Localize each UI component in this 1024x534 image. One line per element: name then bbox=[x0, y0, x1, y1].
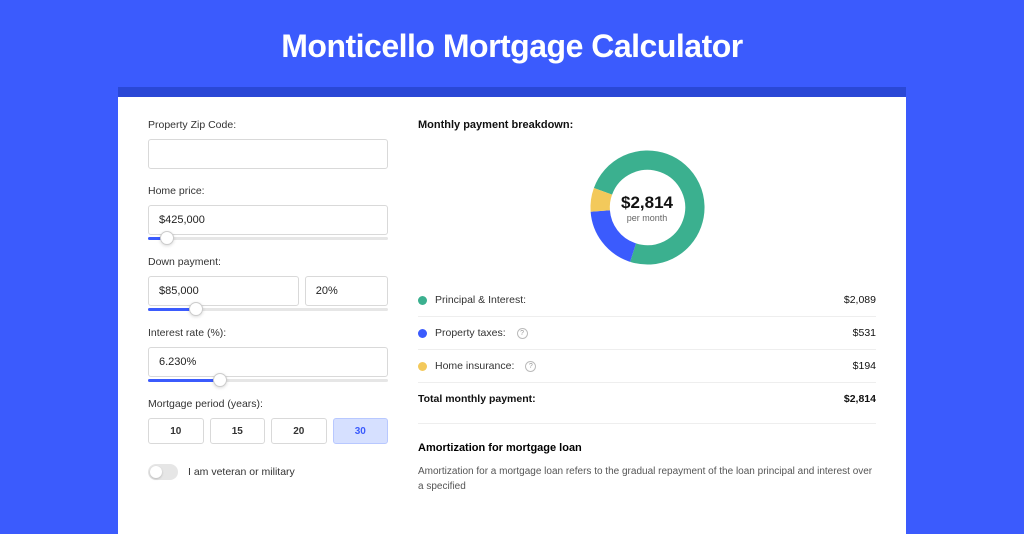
down-pct-input[interactable] bbox=[305, 276, 388, 306]
zip-label: Property Zip Code: bbox=[148, 119, 388, 131]
donut-chart: $2,814 per month bbox=[418, 145, 876, 270]
amortization-title: Amortization for mortgage loan bbox=[418, 442, 876, 454]
help-icon[interactable]: ? bbox=[517, 328, 528, 339]
veteran-label: I am veteran or military bbox=[188, 466, 295, 478]
term-options: 10152030 bbox=[148, 418, 388, 444]
form-column: Property Zip Code: Home price: Down paym… bbox=[148, 119, 388, 494]
rate-slider[interactable] bbox=[148, 379, 388, 382]
rate-input[interactable] bbox=[148, 347, 388, 377]
slider-thumb[interactable] bbox=[213, 373, 227, 387]
term-option-10[interactable]: 10 bbox=[148, 418, 204, 444]
hero: Monticello Mortgage Calculator bbox=[0, 0, 1024, 87]
legend-dot bbox=[418, 362, 427, 371]
legend-label: Home insurance: bbox=[435, 360, 514, 372]
legend-label: Property taxes: bbox=[435, 327, 506, 339]
donut-sub: per month bbox=[621, 213, 673, 223]
price-group: Home price: bbox=[148, 185, 388, 240]
legend-value: $2,089 bbox=[844, 294, 876, 306]
term-option-15[interactable]: 15 bbox=[210, 418, 266, 444]
amortization-section: Amortization for mortgage loan Amortizat… bbox=[418, 423, 876, 494]
slider-thumb[interactable] bbox=[160, 231, 174, 245]
zip-input[interactable] bbox=[148, 139, 388, 169]
legend-dot bbox=[418, 329, 427, 338]
donut-center: $2,814 per month bbox=[621, 193, 673, 223]
legend-row: Home insurance:? $194 bbox=[418, 350, 876, 383]
rate-label: Interest rate (%): bbox=[148, 327, 388, 339]
legend-row: Property taxes:? $531 bbox=[418, 317, 876, 350]
page-title: Monticello Mortgage Calculator bbox=[0, 28, 1024, 65]
card-shadow: Property Zip Code: Home price: Down paym… bbox=[118, 87, 906, 534]
price-slider[interactable] bbox=[148, 237, 388, 240]
help-icon[interactable]: ? bbox=[525, 361, 536, 372]
term-group: Mortgage period (years): 10152030 bbox=[148, 398, 388, 444]
breakdown-column: Monthly payment breakdown: $2,814 per mo… bbox=[418, 119, 876, 494]
amortization-body: Amortization for a mortgage loan refers … bbox=[418, 464, 876, 494]
zip-group: Property Zip Code: bbox=[148, 119, 388, 169]
down-slider[interactable] bbox=[148, 308, 388, 311]
toggle-knob bbox=[150, 466, 162, 478]
total-value: $2,814 bbox=[844, 393, 876, 405]
term-option-20[interactable]: 20 bbox=[271, 418, 327, 444]
legend-value: $194 bbox=[853, 360, 876, 372]
down-group: Down payment: bbox=[148, 256, 388, 311]
calculator-card: Property Zip Code: Home price: Down paym… bbox=[118, 97, 906, 534]
legend-value: $531 bbox=[853, 327, 876, 339]
term-label: Mortgage period (years): bbox=[148, 398, 388, 410]
down-amount-input[interactable] bbox=[148, 276, 299, 306]
legend-label: Principal & Interest: bbox=[435, 294, 526, 306]
down-label: Down payment: bbox=[148, 256, 388, 268]
legend-dot bbox=[418, 296, 427, 305]
price-input[interactable] bbox=[148, 205, 388, 235]
donut-amount: $2,814 bbox=[621, 193, 673, 213]
veteran-row: I am veteran or military bbox=[148, 464, 388, 480]
legend: Principal & Interest: $2,089 Property taxe… bbox=[418, 284, 876, 383]
price-label: Home price: bbox=[148, 185, 388, 197]
total-label: Total monthly payment: bbox=[418, 393, 536, 405]
total-row: Total monthly payment: $2,814 bbox=[418, 383, 876, 419]
term-option-30[interactable]: 30 bbox=[333, 418, 389, 444]
legend-row: Principal & Interest: $2,089 bbox=[418, 284, 876, 317]
rate-group: Interest rate (%): bbox=[148, 327, 388, 382]
veteran-toggle[interactable] bbox=[148, 464, 178, 480]
breakdown-title: Monthly payment breakdown: bbox=[418, 119, 876, 131]
slider-thumb[interactable] bbox=[189, 302, 203, 316]
